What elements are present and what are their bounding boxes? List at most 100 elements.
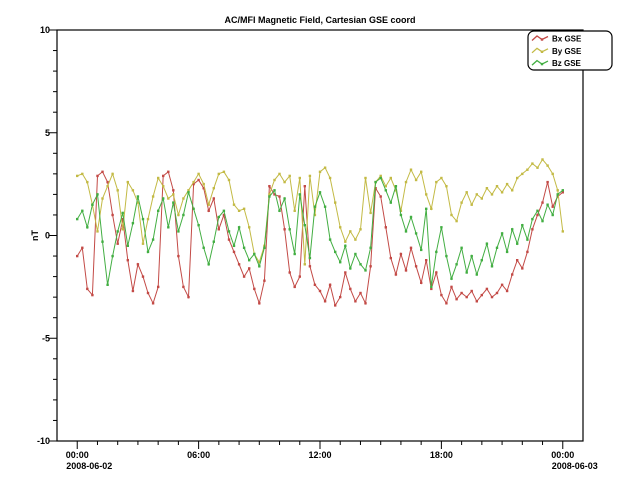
data-point-marker <box>268 185 270 187</box>
data-point-marker <box>243 275 245 277</box>
data-point-marker <box>546 164 548 166</box>
data-point-marker <box>157 286 159 288</box>
data-point-marker <box>430 208 432 210</box>
data-point-marker <box>380 195 382 197</box>
data-point-marker <box>450 278 452 280</box>
data-point-marker <box>132 222 134 224</box>
data-point-marker <box>486 288 488 290</box>
data-point-marker <box>177 214 179 216</box>
data-point-marker <box>466 296 468 298</box>
data-point-marker <box>111 214 113 216</box>
data-point-marker <box>304 185 306 187</box>
data-point-marker <box>106 284 108 286</box>
data-point-marker <box>96 193 98 195</box>
data-point-marker <box>152 195 154 197</box>
data-point-marker <box>405 230 407 232</box>
data-point-marker <box>481 294 483 296</box>
y-tick-label: 0 <box>45 231 50 241</box>
data-point-marker <box>167 197 169 199</box>
data-point-marker <box>172 193 174 195</box>
data-point-marker <box>152 238 154 240</box>
data-point-marker <box>233 251 235 253</box>
data-point-marker <box>263 247 265 249</box>
data-point-marker <box>506 251 508 253</box>
data-point-marker <box>233 245 235 247</box>
data-point-marker <box>506 290 508 292</box>
data-point-marker <box>380 175 382 177</box>
data-point-marker <box>511 228 513 230</box>
data-point-marker <box>445 255 447 257</box>
data-point-marker <box>516 259 518 261</box>
data-point-marker <box>516 177 518 179</box>
magnetic-field-chart: AC/MFI Magnetic Field, Cartesian GSE coo… <box>0 0 640 480</box>
data-point-marker <box>162 175 164 177</box>
legend-marker-sample <box>541 63 543 65</box>
data-point-marker <box>390 201 392 203</box>
data-point-marker <box>273 179 275 181</box>
data-point-marker <box>283 197 285 199</box>
data-point-marker <box>374 181 376 183</box>
data-point-marker <box>218 228 220 230</box>
data-point-marker <box>76 255 78 257</box>
x-tick-label: 00:00 <box>551 450 574 460</box>
data-point-marker <box>137 195 139 197</box>
data-point-marker <box>516 243 518 245</box>
data-point-marker <box>182 214 184 216</box>
data-point-marker <box>258 302 260 304</box>
data-point-marker <box>369 247 371 249</box>
data-point-marker <box>208 210 210 212</box>
data-point-marker <box>101 171 103 173</box>
data-point-marker <box>172 201 174 203</box>
legend-label: Bz GSE <box>552 59 582 68</box>
data-point-marker <box>177 230 179 232</box>
data-point-marker <box>314 284 316 286</box>
data-point-marker <box>364 302 366 304</box>
data-point-marker <box>304 224 306 226</box>
data-point-marker <box>187 296 189 298</box>
data-point-marker <box>192 208 194 210</box>
data-point-marker <box>192 181 194 183</box>
data-point-marker <box>278 195 280 197</box>
data-point-marker <box>197 173 199 175</box>
x-tick-label: 00:00 <box>66 450 89 460</box>
data-point-marker <box>294 253 296 255</box>
data-point-marker <box>557 189 559 191</box>
data-point-marker <box>243 208 245 210</box>
data-point-marker <box>410 169 412 171</box>
data-point-marker <box>218 216 220 218</box>
data-point-marker <box>471 204 473 206</box>
data-point-marker <box>223 171 225 173</box>
data-point-marker <box>415 265 417 267</box>
data-point-marker <box>162 197 164 199</box>
data-point-marker <box>430 286 432 288</box>
data-point-marker <box>460 201 462 203</box>
data-point-marker <box>359 263 361 265</box>
data-point-marker <box>344 271 346 273</box>
data-point-marker <box>369 265 371 267</box>
data-point-marker <box>354 238 356 240</box>
data-point-marker <box>486 243 488 245</box>
data-point-marker <box>385 189 387 191</box>
data-point-marker <box>344 245 346 247</box>
data-point-marker <box>117 189 119 191</box>
data-point-marker <box>445 302 447 304</box>
data-point-marker <box>96 175 98 177</box>
data-point-marker <box>309 257 311 259</box>
data-point-marker <box>289 271 291 273</box>
data-point-marker <box>157 210 159 212</box>
data-point-marker <box>132 189 134 191</box>
data-point-marker <box>76 175 78 177</box>
data-point-marker <box>541 220 543 222</box>
data-point-marker <box>460 292 462 294</box>
data-point-marker <box>531 162 533 164</box>
data-point-marker <box>531 218 533 220</box>
y-axis-label: nT <box>30 230 40 241</box>
data-point-marker <box>101 241 103 243</box>
data-point-marker <box>552 173 554 175</box>
data-point-marker <box>248 259 250 261</box>
data-point-marker <box>127 245 129 247</box>
data-point-marker <box>541 201 543 203</box>
data-point-marker <box>420 249 422 251</box>
data-point-marker <box>440 177 442 179</box>
data-point-marker <box>283 228 285 230</box>
